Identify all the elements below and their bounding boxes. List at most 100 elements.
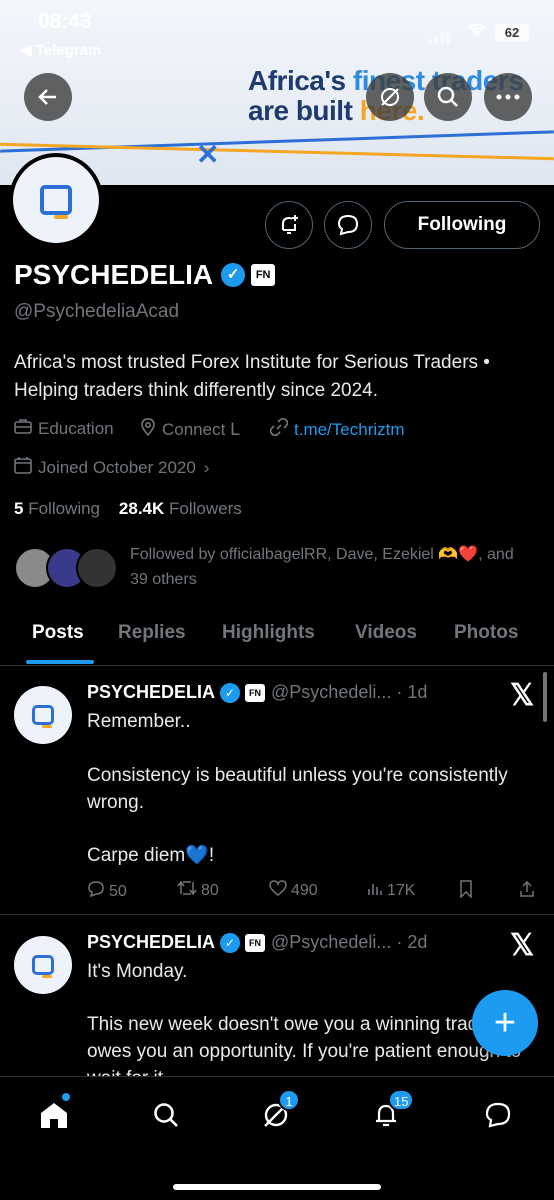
tab-photos[interactable]: Photos (454, 622, 518, 644)
views-icon (367, 880, 383, 901)
affiliate-badge: FN (245, 933, 266, 952)
home-unread-dot (62, 1093, 70, 1101)
grok-button[interactable] (366, 73, 414, 121)
search-icon (437, 86, 458, 107)
banner-text: Africa's (248, 65, 353, 96)
following-count-link[interactable]: 5 Following (14, 499, 100, 518)
post-text: It's Monday. (87, 961, 188, 982)
views-count: 17K (387, 881, 416, 899)
message-button[interactable] (324, 201, 372, 249)
more-button[interactable] (484, 73, 532, 121)
views-action[interactable]: 17K (367, 880, 415, 901)
affiliate-badge: FN (245, 683, 266, 702)
notifications-badge: 15 (388, 1089, 415, 1111)
brand-logo-icon (40, 185, 72, 219)
more-icon (496, 94, 520, 100)
post-author-name[interactable]: PSYCHEDELIA (87, 932, 215, 953)
post-avatar[interactable] (14, 936, 72, 994)
tab-posts[interactable]: Posts (32, 622, 84, 644)
back-to-telegram[interactable]: ◀ Telegram (20, 41, 101, 59)
slash-circle-icon (381, 88, 399, 106)
active-tab-indicator (26, 660, 94, 664)
notify-button[interactable] (265, 201, 313, 249)
arrow-left-icon (38, 89, 56, 105)
avatar-logo (13, 157, 99, 243)
banner-x-mark: ✕ (196, 139, 220, 170)
profile-link[interactable]: t.me/Techriztm (269, 417, 405, 441)
profile-handle: @PsychedeliaAcad (14, 301, 180, 322)
banner-decor-line (0, 142, 554, 161)
compose-post-button[interactable]: + (472, 990, 538, 1056)
verified-badge-icon: ✓ (220, 932, 241, 953)
reply-icon (87, 880, 105, 903)
nav-grok[interactable]: 1 (256, 1089, 300, 1135)
search-button[interactable] (424, 73, 472, 121)
link-text[interactable]: t.me/Techriztm (294, 420, 405, 440)
plus-icon: + (493, 1001, 517, 1044)
post-handle-time: @Psychedeli... · 2d (271, 932, 428, 952)
post-avatar[interactable] (14, 686, 72, 744)
nav-home[interactable] (34, 1093, 74, 1135)
category-text: Education (38, 418, 114, 438)
like-count: 490 (291, 881, 318, 899)
following-button[interactable]: Following (384, 201, 540, 249)
share-icon (519, 880, 535, 903)
post-text: Carpe diem💙! (87, 845, 215, 866)
profile-joined[interactable]: Joined October 2020 › (14, 456, 210, 479)
search-icon (154, 1103, 178, 1127)
reply-count: 50 (109, 882, 127, 900)
profile-name: PSYCHEDELIA (14, 259, 214, 290)
follow-counts: 5 Following 28.4K Followers (14, 499, 242, 519)
tab-replies[interactable]: Replies (118, 622, 186, 644)
grok-badge: 1 (278, 1089, 300, 1111)
profile-category: Education (14, 418, 114, 439)
wifi-icon (466, 22, 488, 43)
like-action[interactable]: 490 (269, 880, 318, 901)
share-action[interactable] (519, 880, 539, 903)
nav-messages[interactable] (478, 1095, 518, 1135)
nav-search[interactable] (146, 1095, 186, 1135)
home-indicator[interactable] (173, 1184, 381, 1190)
back-button[interactable] (24, 73, 72, 121)
reply-action[interactable]: 50 (87, 880, 127, 903)
brand-logo-icon (32, 955, 54, 978)
affiliate-badge[interactable]: FN (251, 264, 276, 286)
tab-highlights[interactable]: Highlights (222, 622, 315, 644)
follower-avatar[interactable] (76, 547, 118, 589)
chevron-right-icon: › (203, 457, 210, 477)
followers-count-link[interactable]: 28.4K Followers (119, 499, 242, 518)
post-handle-time: @Psychedeli... · 1d (271, 682, 428, 702)
verified-badge-icon[interactable]: ✓ (221, 263, 246, 287)
battery-icon: 62 (495, 24, 529, 42)
post-text: Consistency is beautiful unless you're c… (87, 765, 508, 813)
home-icon (41, 1103, 67, 1128)
post-item[interactable]: PSYCHEDELIA ✓ FN @Psychedeli... · 2d 𝕏 I… (0, 915, 554, 1076)
repost-action[interactable]: 80 (177, 880, 219, 901)
profile-tabs: Posts Replies Highlights Videos Photos (0, 612, 554, 666)
profile-name-row: PSYCHEDELIA ✓ FN (14, 259, 276, 291)
nav-notifications[interactable]: 15 (366, 1089, 415, 1135)
brand-logo-icon (32, 705, 54, 728)
followed-by-text[interactable]: Followed by officialbagelRR, Dave, Ezeki… (130, 542, 530, 592)
status-time: 08:43 (38, 10, 92, 33)
link-icon (269, 417, 289, 441)
message-icon (337, 214, 359, 236)
post-author-name[interactable]: PSYCHEDELIA (87, 682, 215, 703)
post-item[interactable]: PSYCHEDELIA ✓ FN @Psychedeli... · 1d 𝕏 R… (0, 670, 554, 914)
message-icon (485, 1102, 511, 1128)
post-header: PSYCHEDELIA ✓ FN @Psychedeli... · 1d (87, 682, 427, 703)
profile-bio: Africa's most trusted Forex Institute fo… (14, 352, 490, 401)
briefcase-icon (14, 418, 32, 439)
signal-icon (428, 26, 452, 44)
tab-videos[interactable]: Videos (355, 622, 417, 644)
profile-avatar[interactable] (9, 153, 103, 247)
calendar-icon (14, 456, 32, 479)
post-text: This new week doesn't owe you a winning … (87, 1014, 521, 1076)
bookmark-action[interactable] (459, 880, 477, 903)
repost-icon (177, 880, 197, 901)
post-header: PSYCHEDELIA ✓ FN @Psychedeli... · 2d (87, 932, 427, 953)
profile-location: Connect ᒪ (140, 418, 240, 441)
verified-badge-icon: ✓ (220, 682, 241, 703)
location-pin-icon (140, 418, 156, 441)
bottom-navigation: 1 15 (0, 1076, 554, 1200)
